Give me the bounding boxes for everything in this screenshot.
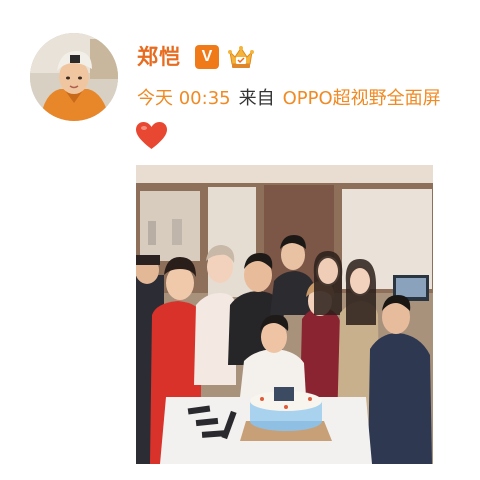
weibo-post: 郑恺 V 今天 00:35 来自 OPPO超视野全面屏 [0,0,480,480]
verified-v-icon[interactable]: V [195,45,219,69]
post-photo[interactable] [136,165,433,464]
group-photo [136,165,433,464]
source-device-link[interactable]: OPPO超视野全面屏 [283,86,441,112]
post-header: 郑恺 V [137,40,255,74]
author-name[interactable]: 郑恺 [137,46,181,68]
post-time[interactable]: 今天 00:35 [137,86,231,112]
source-label: 来自 [238,88,275,109]
avatar-image [30,33,118,121]
crown-member-icon[interactable] [227,44,255,70]
post-meta: 今天 00:35 来自 OPPO超视野全面屏 [137,86,441,112]
author-avatar[interactable] [30,33,118,121]
heart-icon [135,121,168,151]
